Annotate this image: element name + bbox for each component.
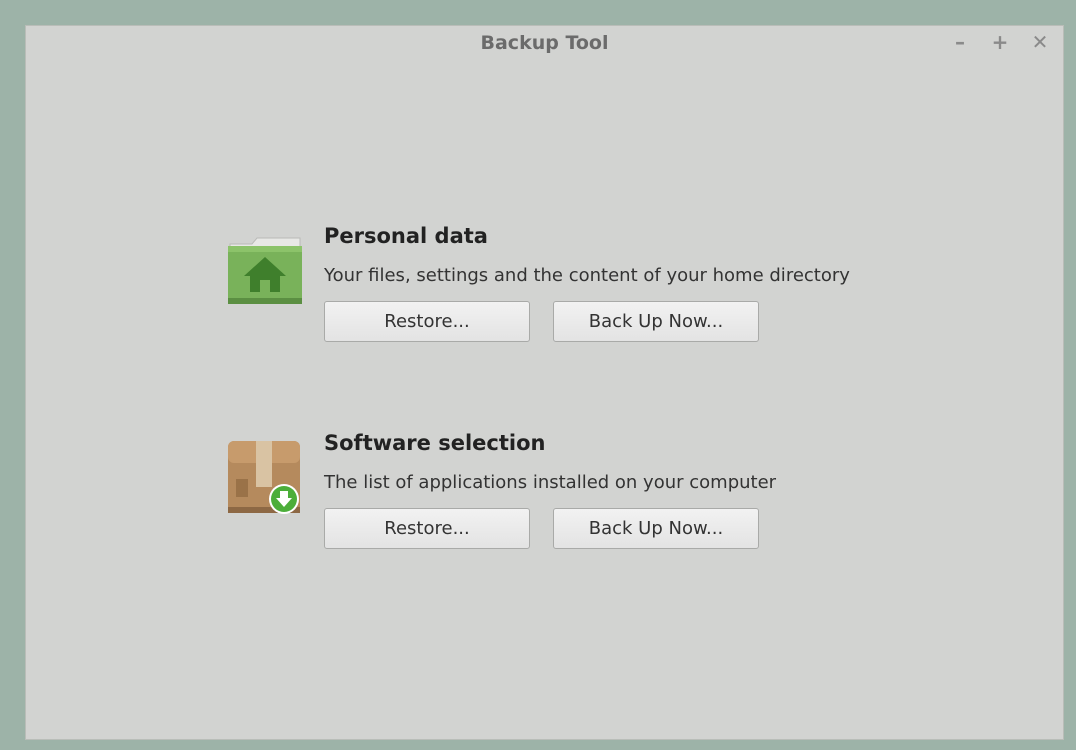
software-backup-now-button[interactable]: Back Up Now... bbox=[553, 508, 759, 549]
personal-data-heading: Personal data bbox=[324, 224, 488, 248]
software-selection-section: Software selection The list of applicati… bbox=[226, 431, 926, 561]
title-bar[interactable]: Backup Tool – + ✕ bbox=[26, 26, 1063, 60]
personal-backup-now-button[interactable]: Back Up Now... bbox=[553, 301, 759, 342]
window-controls: – + ✕ bbox=[949, 29, 1051, 55]
personal-restore-button[interactable]: Restore... bbox=[324, 301, 530, 342]
software-restore-button[interactable]: Restore... bbox=[324, 508, 530, 549]
minimize-button[interactable]: – bbox=[949, 29, 971, 55]
window-title: Backup Tool bbox=[480, 32, 609, 54]
package-download-icon bbox=[226, 439, 304, 515]
software-selection-description: The list of applications installed on yo… bbox=[324, 472, 777, 493]
personal-data-section: Personal data Your files, settings and t… bbox=[226, 224, 926, 354]
backup-tool-window: Backup Tool – + ✕ Personal data Your fil… bbox=[26, 26, 1063, 739]
personal-data-description: Your files, settings and the content of … bbox=[324, 265, 850, 286]
close-button[interactable]: ✕ bbox=[1029, 29, 1051, 55]
software-selection-heading: Software selection bbox=[324, 431, 546, 455]
maximize-button[interactable]: + bbox=[989, 29, 1011, 55]
home-folder-icon bbox=[226, 232, 304, 308]
